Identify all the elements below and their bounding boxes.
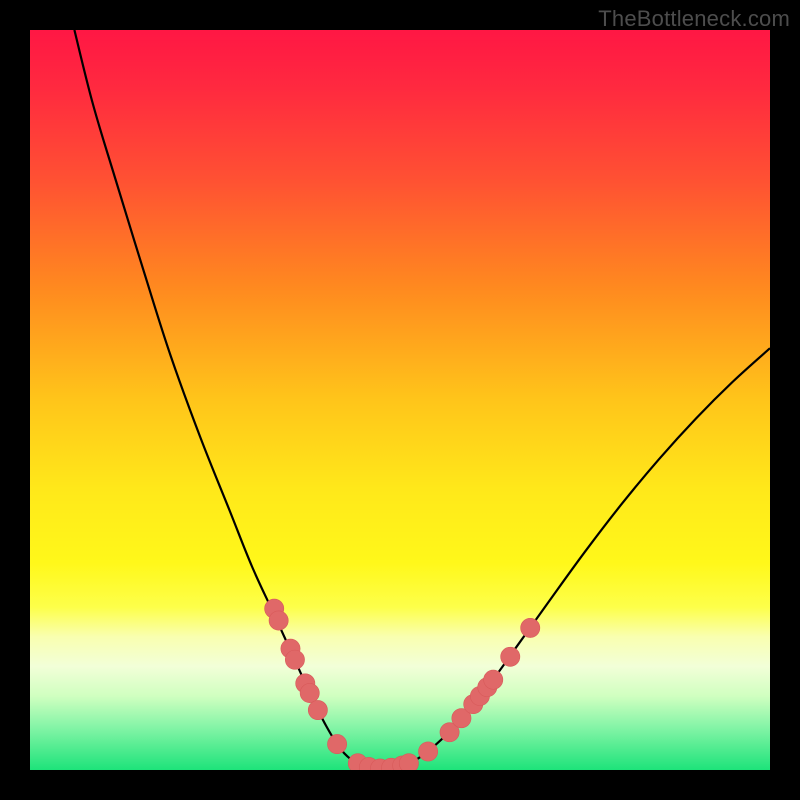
data-marker <box>399 754 418 770</box>
data-marker <box>419 742 438 761</box>
data-marker <box>327 734 346 753</box>
data-marker <box>269 611 288 630</box>
chart-frame <box>30 30 770 770</box>
chart-overlay <box>30 30 770 770</box>
data-marker <box>300 683 319 702</box>
data-marker <box>484 670 503 689</box>
bottleneck-curve <box>74 30 770 769</box>
data-marker <box>308 700 327 719</box>
data-marker <box>285 650 304 669</box>
watermark-text: TheBottleneck.com <box>598 6 790 32</box>
data-marker <box>521 618 540 637</box>
data-markers <box>265 599 540 770</box>
data-marker <box>501 647 520 666</box>
